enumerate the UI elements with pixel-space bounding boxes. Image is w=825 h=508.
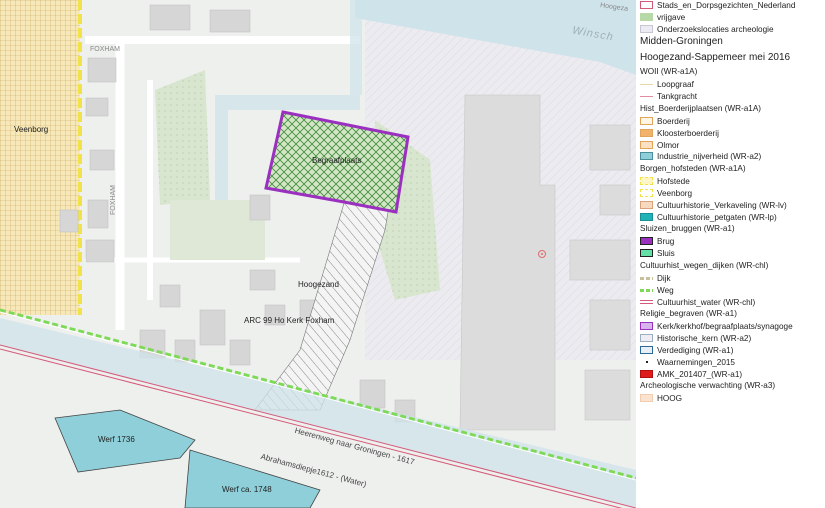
legend-swatch: [640, 322, 653, 331]
legend-group-hist-boerderijplaatsen-wr-a1a: Hist_Boerderijplaatsen (WR-a1A): [640, 104, 762, 113]
legend-label: Tankgracht: [657, 92, 698, 102]
legend-label: Historische_kern (WR-a2): [657, 334, 752, 344]
legend-swatch: [640, 334, 653, 343]
legend-group-borgen-hofsteden-wr-a1a: Borgen_hofsteden (WR-a1A): [640, 164, 746, 174]
label-begraafplaats: Begraafplaats: [312, 156, 362, 165]
label-veenborg: Veenborg: [14, 125, 49, 134]
legend-label: Olmor: [657, 140, 680, 150]
legend-swatch: [640, 152, 653, 161]
legend-label: Boerderij: [657, 117, 690, 126]
legend-title-hoogezand-sappemeer-mei-2016: Hoogezand-Sappemeer mei 2016: [640, 51, 791, 63]
legend-swatch: [640, 277, 653, 280]
legend-label: HOOG: [657, 394, 683, 404]
legend-swatch: [640, 369, 653, 378]
legend-label: Brug: [657, 237, 675, 247]
legend-label: Onderzoekslocaties archeologie: [657, 24, 774, 34]
legend-label: Waarnemingen_2015: [657, 357, 735, 367]
legend-label: Dijk: [657, 274, 671, 283]
legend-group-archeologische-verwachting-wr-a3: Archeologische verwachting (WR-a3): [640, 381, 776, 391]
legend-panel: Stads_en_Dorpsgezichten_Nederlandvrijgav…: [636, 0, 825, 508]
legend-group-cultuurhist-wegen-dijken-wr-chl: Cultuurhist_wegen_dijken (WR-chl): [640, 261, 769, 270]
legend-swatch: [640, 237, 653, 246]
legend-label: Verdediging (WR-a1): [657, 346, 734, 355]
legend-swatch: [640, 128, 653, 137]
label-hoogezand: Hoogezand: [298, 280, 339, 289]
legend-swatch: [640, 84, 653, 86]
legend-swatch: [640, 24, 653, 33]
legend-swatch: [640, 212, 653, 221]
legend-label: Sluis: [657, 249, 675, 259]
label-arc: ARC 99 Ho Kerk Foxham: [244, 316, 335, 325]
legend-swatch: [640, 299, 653, 304]
legend-title-midden-groningen: Midden-Groningen: [640, 36, 723, 48]
legend-swatch: [640, 1, 653, 9]
map-view[interactable]: Veenborg Begraafplaats Hoogezand ARC 99 …: [0, 0, 636, 508]
legend-swatch: [640, 140, 653, 149]
legend-group-religie-begraven-wr-a1: Religie_begraven (WR-a1): [640, 309, 737, 319]
legend-swatch: [640, 189, 653, 197]
legend-label: Cultuurhist_water (WR-chl): [657, 297, 756, 307]
legend-swatch: [640, 200, 653, 209]
label-foxham-top: FOXHAM: [90, 46, 120, 53]
legend-group-sluizen-bruggen-wr-a1: Sluizen_bruggen (WR-a1): [640, 224, 735, 234]
legend-label: Kloosterboerderij: [657, 128, 719, 138]
legend-label: Loopgraaf: [657, 80, 694, 90]
legend-label: Stads_en_Dorpsgezichten_Nederland: [657, 1, 796, 10]
legend-swatch: [640, 96, 653, 98]
legend-swatch: [640, 177, 653, 186]
legend-swatch: [640, 394, 653, 403]
legend-swatch: [640, 12, 653, 21]
legend-group-woii-wr-a1a: WOII (WR-a1A): [640, 67, 698, 77]
legend-swatch: [640, 346, 653, 354]
label-werf-1736: Werf 1736: [98, 435, 135, 444]
legend-swatch: [640, 288, 653, 292]
legend-label: Weg: [657, 285, 674, 295]
veenborg-area: [0, 0, 80, 315]
legend-label: Industrie_nijverheid (WR-a2): [657, 152, 762, 162]
legend-swatch: [640, 117, 653, 125]
legend-label: Veenborg: [657, 189, 693, 198]
legend-swatch: [640, 249, 653, 258]
legend-label: Cultuurhistorie_Verkaveling (WR-lv): [657, 200, 787, 210]
legend-swatch: [646, 360, 648, 363]
legend-label: Hofstede: [657, 177, 690, 187]
legend-label: AMK_201407_(WR-a1): [657, 369, 743, 379]
label-werf-1748: Werf ca. 1748: [222, 485, 272, 494]
legend-label: vrijgave: [657, 12, 686, 22]
legend-label: Kerk/kerkhof/begraafplaats/synagoge: [657, 322, 793, 332]
label-foxham-side: FOXHAM: [110, 185, 117, 215]
legend-label: Cultuurhistorie_petgaten (WR-lp): [657, 212, 777, 222]
